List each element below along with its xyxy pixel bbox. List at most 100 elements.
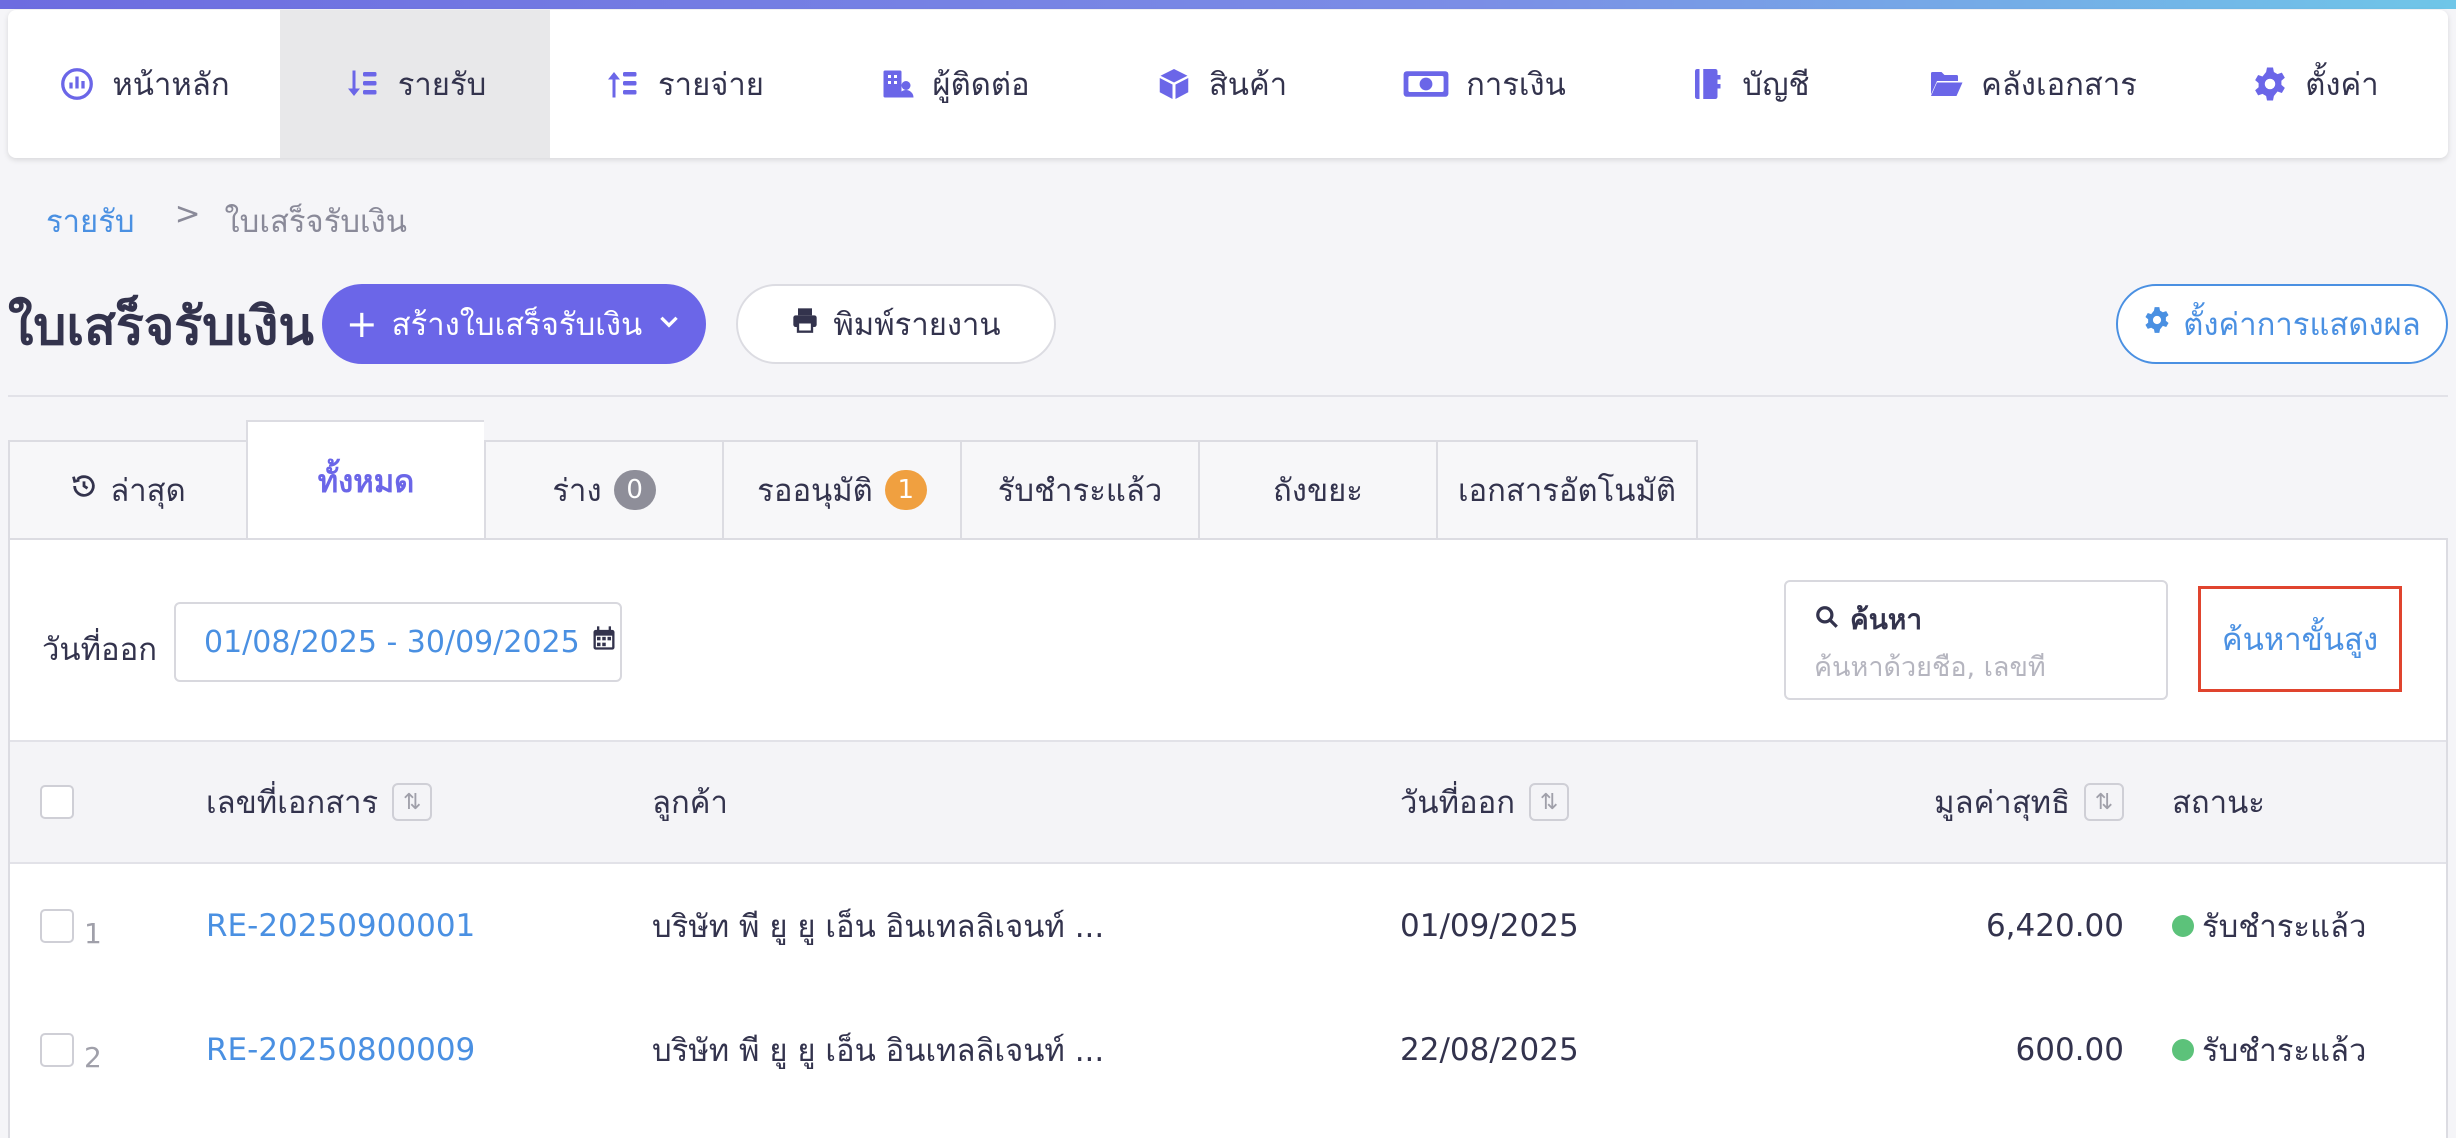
nav-label-income: รายรับ bbox=[397, 67, 487, 103]
advanced-search-link[interactable]: ค้นหาขั้นสูง bbox=[2198, 586, 2402, 692]
create-receipt-button[interactable]: + สร้างใบเสร็จรับเงิน bbox=[322, 284, 706, 364]
nav-item-products[interactable]: สินค้า bbox=[1090, 10, 1352, 158]
date-range-picker[interactable]: 01/08/2025 - 30/09/2025 bbox=[174, 602, 622, 682]
nav-item-income[interactable]: รายรับ bbox=[280, 10, 550, 158]
nav-label-contacts: ผู้ติดต่อ bbox=[932, 67, 1030, 103]
tab-trash[interactable]: ถังขยะ bbox=[1198, 440, 1436, 540]
column-issue-date: วันที่ออก ⇅ bbox=[1400, 742, 1570, 862]
main-navbar: หน้าหลัก รายรับ รายจ่าย ผู้ติดต่อ สินค้า… bbox=[8, 10, 2448, 158]
breadcrumb-current: ใบเสร็จรับเงิน bbox=[224, 204, 407, 240]
customer-name: บริษัท พี ยู ยู เอ็น อินเทลลิเจนท์ ... bbox=[652, 1033, 1105, 1069]
column-doc-number-label: เลขที่เอกสาร bbox=[206, 785, 379, 821]
nav-label-settings: ตั้งค่า bbox=[2305, 67, 2379, 103]
plus-icon: + bbox=[345, 302, 378, 346]
ledger-icon bbox=[1688, 65, 1726, 103]
row-checkbox[interactable] bbox=[40, 909, 74, 943]
table-row[interactable]: 1 RE-20250900001 บริษัท พี ยู ยู เอ็น อิ… bbox=[10, 864, 2446, 988]
select-all-cell bbox=[40, 742, 74, 862]
row-select-cell: 1 bbox=[40, 864, 102, 988]
tab-auto-documents-label: เอกสารอัตโนมัติ bbox=[1457, 473, 1677, 509]
tab-recent-label: ล่าสุด bbox=[110, 473, 186, 509]
status-dot-icon bbox=[2172, 915, 2194, 937]
column-issue-date-label: วันที่ออก bbox=[1400, 785, 1516, 821]
net-amount: 600.00 bbox=[2015, 1032, 2124, 1068]
display-settings-label: ตั้งค่าการแสดงผล bbox=[2183, 307, 2421, 343]
tab-auto-documents[interactable]: เอกสารอัตโนมัติ bbox=[1436, 440, 1698, 540]
breadcrumb-separator: > bbox=[174, 196, 201, 232]
status-label: รับชำระแล้ว bbox=[2202, 1033, 2367, 1069]
date-filter-label: วันที่ออก bbox=[42, 632, 158, 668]
nav-label-accounting: บัญชี bbox=[1742, 67, 1810, 103]
header-divider bbox=[8, 395, 2448, 397]
tab-awaiting-approval-label: รออนุมัติ bbox=[757, 473, 873, 509]
column-customer-label: ลูกค้า bbox=[652, 785, 728, 821]
money-icon bbox=[1402, 65, 1450, 103]
sort-icon[interactable]: ⇅ bbox=[1529, 783, 1570, 821]
nav-item-documents[interactable]: คลังเอกสาร bbox=[1882, 10, 2182, 158]
issue-date: 01/09/2025 bbox=[1400, 908, 1579, 944]
top-accent-bar bbox=[0, 0, 2456, 9]
tab-paid[interactable]: รับชำระแล้ว bbox=[960, 440, 1198, 540]
row-number: 1 bbox=[84, 916, 102, 950]
status-tabs: ล่าสุด ทั้งหมด ร่าง 0 รออนุมัติ 1 รับชำร… bbox=[8, 420, 1698, 540]
doc-number-link[interactable]: RE-20250800009 bbox=[206, 988, 475, 1112]
print-report-button[interactable]: พิมพ์รายงาน bbox=[736, 284, 1056, 364]
nav-item-settings[interactable]: ตั้งค่า bbox=[2182, 10, 2448, 158]
box-icon bbox=[1155, 65, 1193, 103]
tab-all[interactable]: ทั้งหมด bbox=[246, 420, 484, 540]
net-amount: 6,420.00 bbox=[1985, 908, 2124, 944]
sort-icon[interactable]: ⇅ bbox=[392, 783, 433, 821]
table-header: เลขที่เอกสาร ⇅ ลูกค้า วันที่ออก ⇅ มูลค่า… bbox=[10, 740, 2446, 864]
contacts-icon bbox=[878, 65, 916, 103]
row-select-cell: 2 bbox=[40, 988, 102, 1112]
awaiting-approval-count-badge: 1 bbox=[884, 470, 927, 510]
display-settings-button[interactable]: ตั้งค่าการแสดงผล bbox=[2116, 284, 2448, 364]
nav-item-home[interactable]: หน้าหลัก bbox=[8, 10, 280, 158]
history-icon bbox=[70, 472, 98, 508]
nav-item-expense[interactable]: รายจ่าย bbox=[550, 10, 818, 158]
doc-number-link[interactable]: RE-20250900001 bbox=[206, 864, 475, 988]
table-row[interactable]: 2 RE-20250800009 บริษัท พี ยู ยู เอ็น อิ… bbox=[10, 988, 2446, 1112]
gear-icon bbox=[2143, 306, 2171, 342]
breadcrumb-parent-link[interactable]: รายรับ bbox=[46, 196, 135, 246]
nav-item-finance[interactable]: การเงิน bbox=[1352, 10, 1616, 158]
tab-draft[interactable]: ร่าง 0 bbox=[484, 440, 722, 540]
nav-label-finance: การเงิน bbox=[1466, 67, 1566, 103]
page-title: ใบเสร็จรับเงิน bbox=[8, 297, 314, 357]
printer-icon bbox=[791, 306, 819, 342]
issue-date: 22/08/2025 bbox=[1400, 1032, 1579, 1068]
column-status-label: สถานะ bbox=[2172, 785, 2265, 821]
search-title: ค้นหา bbox=[1850, 603, 1923, 636]
gear-icon bbox=[2251, 65, 2289, 103]
status-badge: รับชำระแล้ว bbox=[2172, 864, 2366, 988]
search-input[interactable] bbox=[1814, 652, 2134, 683]
expense-icon bbox=[604, 65, 642, 103]
folder-icon bbox=[1927, 65, 1965, 103]
search-icon bbox=[1814, 604, 1840, 637]
tab-recent[interactable]: ล่าสุด bbox=[8, 440, 246, 540]
column-net-amount: มูลค่าสุทธิ ⇅ bbox=[1934, 742, 2124, 862]
draft-count-badge: 0 bbox=[613, 470, 656, 510]
nav-item-contacts[interactable]: ผู้ติดต่อ bbox=[818, 10, 1090, 158]
nav-label-documents: คลังเอกสาร bbox=[1981, 67, 2137, 103]
tab-trash-label: ถังขยะ bbox=[1273, 473, 1363, 509]
tab-awaiting-approval[interactable]: รออนุมัติ 1 bbox=[722, 440, 960, 540]
select-all-checkbox[interactable] bbox=[40, 785, 74, 819]
receipts-panel: วันที่ออก 01/08/2025 - 30/09/2025 ค้นหา … bbox=[8, 538, 2448, 1138]
tab-all-label: ทั้งหมด bbox=[317, 464, 415, 500]
chevron-down-icon bbox=[656, 306, 682, 342]
nav-label-expense: รายจ่าย bbox=[658, 67, 764, 103]
print-report-label: พิมพ์รายงาน bbox=[833, 307, 1001, 343]
nav-label-home: หน้าหลัก bbox=[112, 67, 230, 103]
tab-paid-label: รับชำระแล้ว bbox=[997, 473, 1163, 509]
date-range-value: 01/08/2025 - 30/09/2025 bbox=[204, 624, 580, 660]
search-box: ค้นหา bbox=[1784, 580, 2168, 700]
sort-icon[interactable]: ⇅ bbox=[2084, 783, 2124, 821]
status-dot-icon bbox=[2172, 1039, 2194, 1061]
nav-item-accounting[interactable]: บัญชี bbox=[1616, 10, 1882, 158]
dashboard-icon bbox=[58, 65, 96, 103]
column-doc-number: เลขที่เอกสาร ⇅ bbox=[206, 742, 433, 862]
customer-name: บริษัท พี ยู ยู เอ็น อินเทลลิเจนท์ ... bbox=[652, 909, 1105, 945]
breadcrumb: รายรับ > ใบเสร็จรับเงิน bbox=[46, 196, 407, 246]
row-checkbox[interactable] bbox=[40, 1033, 74, 1067]
